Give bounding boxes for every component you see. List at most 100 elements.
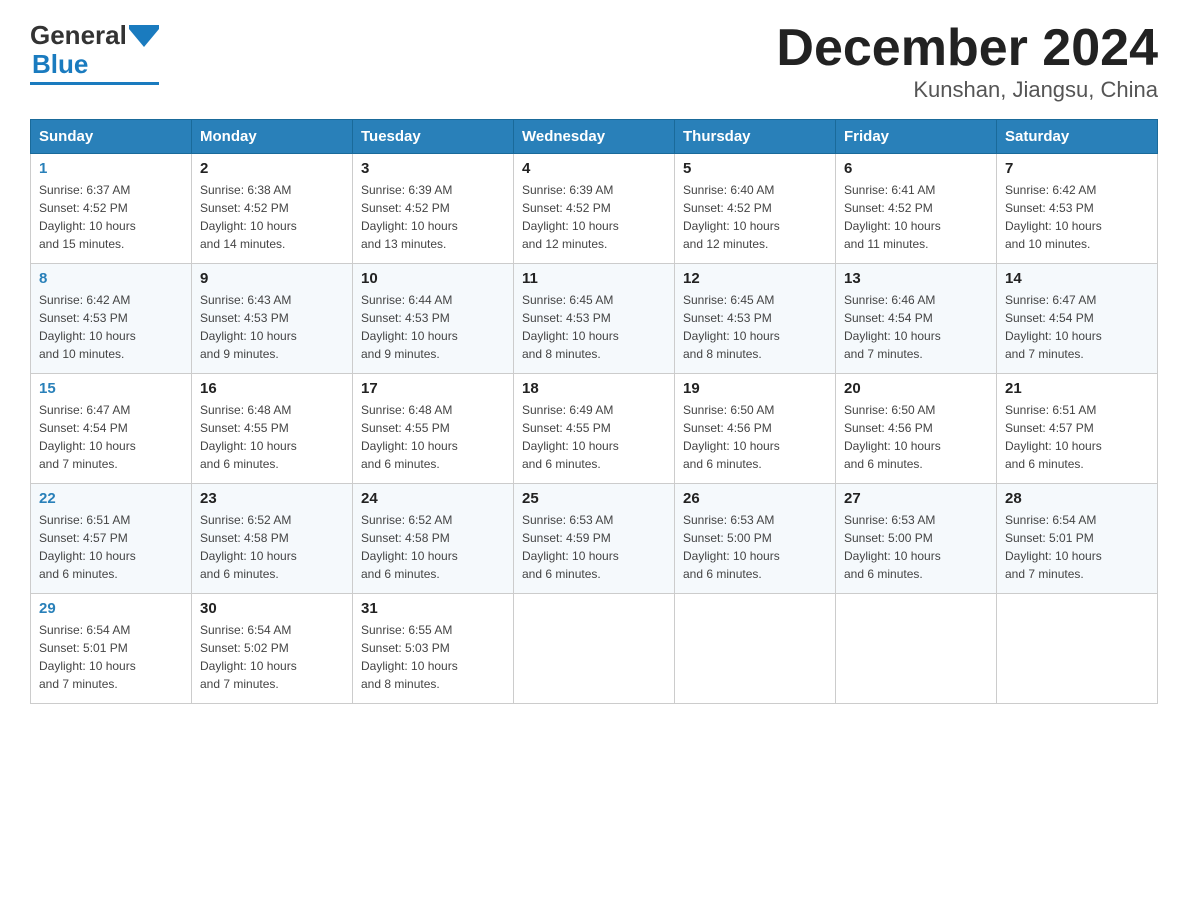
calendar-cell: 10 Sunrise: 6:44 AM Sunset: 4:53 PM Dayl…	[353, 264, 514, 374]
day-info: Sunrise: 6:40 AM Sunset: 4:52 PM Dayligh…	[683, 183, 780, 251]
calendar-title: December 2024	[776, 20, 1158, 77]
calendar-cell: 30 Sunrise: 6:54 AM Sunset: 5:02 PM Dayl…	[192, 594, 353, 704]
day-number: 28	[1005, 490, 1149, 507]
day-number: 27	[844, 490, 988, 507]
day-number: 8	[39, 270, 183, 287]
calendar-cell: 4 Sunrise: 6:39 AM Sunset: 4:52 PM Dayli…	[514, 154, 675, 264]
logo-icon	[129, 25, 159, 47]
calendar-cell: 13 Sunrise: 6:46 AM Sunset: 4:54 PM Dayl…	[836, 264, 997, 374]
day-info: Sunrise: 6:45 AM Sunset: 4:53 PM Dayligh…	[522, 293, 619, 361]
col-friday: Friday	[836, 120, 997, 154]
day-info: Sunrise: 6:50 AM Sunset: 4:56 PM Dayligh…	[844, 403, 941, 471]
calendar-week-row: 22 Sunrise: 6:51 AM Sunset: 4:57 PM Dayl…	[31, 484, 1158, 594]
calendar-cell: 6 Sunrise: 6:41 AM Sunset: 4:52 PM Dayli…	[836, 154, 997, 264]
calendar-week-row: 1 Sunrise: 6:37 AM Sunset: 4:52 PM Dayli…	[31, 154, 1158, 264]
day-info: Sunrise: 6:53 AM Sunset: 5:00 PM Dayligh…	[844, 513, 941, 581]
day-number: 3	[361, 160, 505, 177]
day-number: 13	[844, 270, 988, 287]
day-number: 9	[200, 270, 344, 287]
calendar-cell: 22 Sunrise: 6:51 AM Sunset: 4:57 PM Dayl…	[31, 484, 192, 594]
day-info: Sunrise: 6:54 AM Sunset: 5:01 PM Dayligh…	[39, 623, 136, 691]
day-info: Sunrise: 6:37 AM Sunset: 4:52 PM Dayligh…	[39, 183, 136, 251]
calendar-cell: 14 Sunrise: 6:47 AM Sunset: 4:54 PM Dayl…	[997, 264, 1158, 374]
calendar-cell: 17 Sunrise: 6:48 AM Sunset: 4:55 PM Dayl…	[353, 374, 514, 484]
day-info: Sunrise: 6:47 AM Sunset: 4:54 PM Dayligh…	[39, 403, 136, 471]
day-info: Sunrise: 6:51 AM Sunset: 4:57 PM Dayligh…	[1005, 403, 1102, 471]
calendar-subtitle: Kunshan, Jiangsu, China	[776, 77, 1158, 103]
calendar-cell: 25 Sunrise: 6:53 AM Sunset: 4:59 PM Dayl…	[514, 484, 675, 594]
day-number: 10	[361, 270, 505, 287]
calendar-week-row: 8 Sunrise: 6:42 AM Sunset: 4:53 PM Dayli…	[31, 264, 1158, 374]
calendar-week-row: 29 Sunrise: 6:54 AM Sunset: 5:01 PM Dayl…	[31, 594, 1158, 704]
calendar-table: Sunday Monday Tuesday Wednesday Thursday…	[30, 119, 1158, 704]
calendar-cell	[997, 594, 1158, 704]
day-number: 29	[39, 600, 183, 617]
calendar-cell: 29 Sunrise: 6:54 AM Sunset: 5:01 PM Dayl…	[31, 594, 192, 704]
calendar-header-row: Sunday Monday Tuesday Wednesday Thursday…	[31, 120, 1158, 154]
calendar-cell: 15 Sunrise: 6:47 AM Sunset: 4:54 PM Dayl…	[31, 374, 192, 484]
page-header: General Blue December 2024 Kunshan, Jian…	[30, 20, 1158, 103]
col-sunday: Sunday	[31, 120, 192, 154]
day-number: 5	[683, 160, 827, 177]
calendar-cell: 21 Sunrise: 6:51 AM Sunset: 4:57 PM Dayl…	[997, 374, 1158, 484]
calendar-cell: 18 Sunrise: 6:49 AM Sunset: 4:55 PM Dayl…	[514, 374, 675, 484]
day-info: Sunrise: 6:43 AM Sunset: 4:53 PM Dayligh…	[200, 293, 297, 361]
day-info: Sunrise: 6:53 AM Sunset: 5:00 PM Dayligh…	[683, 513, 780, 581]
day-info: Sunrise: 6:44 AM Sunset: 4:53 PM Dayligh…	[361, 293, 458, 361]
calendar-cell: 8 Sunrise: 6:42 AM Sunset: 4:53 PM Dayli…	[31, 264, 192, 374]
calendar-cell: 7 Sunrise: 6:42 AM Sunset: 4:53 PM Dayli…	[997, 154, 1158, 264]
day-info: Sunrise: 6:54 AM Sunset: 5:02 PM Dayligh…	[200, 623, 297, 691]
col-monday: Monday	[192, 120, 353, 154]
day-info: Sunrise: 6:39 AM Sunset: 4:52 PM Dayligh…	[522, 183, 619, 251]
day-number: 25	[522, 490, 666, 507]
day-info: Sunrise: 6:38 AM Sunset: 4:52 PM Dayligh…	[200, 183, 297, 251]
day-number: 18	[522, 380, 666, 397]
title-block: December 2024 Kunshan, Jiangsu, China	[776, 20, 1158, 103]
day-info: Sunrise: 6:46 AM Sunset: 4:54 PM Dayligh…	[844, 293, 941, 361]
col-wednesday: Wednesday	[514, 120, 675, 154]
day-info: Sunrise: 6:52 AM Sunset: 4:58 PM Dayligh…	[200, 513, 297, 581]
calendar-cell: 19 Sunrise: 6:50 AM Sunset: 4:56 PM Dayl…	[675, 374, 836, 484]
calendar-cell: 11 Sunrise: 6:45 AM Sunset: 4:53 PM Dayl…	[514, 264, 675, 374]
day-info: Sunrise: 6:53 AM Sunset: 4:59 PM Dayligh…	[522, 513, 619, 581]
day-number: 11	[522, 270, 666, 287]
calendar-week-row: 15 Sunrise: 6:47 AM Sunset: 4:54 PM Dayl…	[31, 374, 1158, 484]
logo: General Blue	[30, 20, 159, 85]
day-number: 14	[1005, 270, 1149, 287]
calendar-cell: 1 Sunrise: 6:37 AM Sunset: 4:52 PM Dayli…	[31, 154, 192, 264]
day-number: 31	[361, 600, 505, 617]
day-info: Sunrise: 6:54 AM Sunset: 5:01 PM Dayligh…	[1005, 513, 1102, 581]
day-info: Sunrise: 6:45 AM Sunset: 4:53 PM Dayligh…	[683, 293, 780, 361]
day-number: 20	[844, 380, 988, 397]
calendar-cell: 5 Sunrise: 6:40 AM Sunset: 4:52 PM Dayli…	[675, 154, 836, 264]
calendar-cell: 23 Sunrise: 6:52 AM Sunset: 4:58 PM Dayl…	[192, 484, 353, 594]
day-info: Sunrise: 6:49 AM Sunset: 4:55 PM Dayligh…	[522, 403, 619, 471]
calendar-cell: 28 Sunrise: 6:54 AM Sunset: 5:01 PM Dayl…	[997, 484, 1158, 594]
calendar-cell: 9 Sunrise: 6:43 AM Sunset: 4:53 PM Dayli…	[192, 264, 353, 374]
day-number: 21	[1005, 380, 1149, 397]
day-number: 15	[39, 380, 183, 397]
day-info: Sunrise: 6:42 AM Sunset: 4:53 PM Dayligh…	[1005, 183, 1102, 251]
day-number: 12	[683, 270, 827, 287]
calendar-cell: 2 Sunrise: 6:38 AM Sunset: 4:52 PM Dayli…	[192, 154, 353, 264]
calendar-cell	[514, 594, 675, 704]
day-number: 23	[200, 490, 344, 507]
day-number: 6	[844, 160, 988, 177]
calendar-cell: 12 Sunrise: 6:45 AM Sunset: 4:53 PM Dayl…	[675, 264, 836, 374]
day-number: 7	[1005, 160, 1149, 177]
calendar-cell	[675, 594, 836, 704]
day-number: 17	[361, 380, 505, 397]
calendar-cell: 31 Sunrise: 6:55 AM Sunset: 5:03 PM Dayl…	[353, 594, 514, 704]
calendar-cell	[836, 594, 997, 704]
calendar-cell: 16 Sunrise: 6:48 AM Sunset: 4:55 PM Dayl…	[192, 374, 353, 484]
day-number: 26	[683, 490, 827, 507]
calendar-cell: 27 Sunrise: 6:53 AM Sunset: 5:00 PM Dayl…	[836, 484, 997, 594]
day-info: Sunrise: 6:50 AM Sunset: 4:56 PM Dayligh…	[683, 403, 780, 471]
day-number: 19	[683, 380, 827, 397]
day-info: Sunrise: 6:47 AM Sunset: 4:54 PM Dayligh…	[1005, 293, 1102, 361]
day-info: Sunrise: 6:39 AM Sunset: 4:52 PM Dayligh…	[361, 183, 458, 251]
day-number: 30	[200, 600, 344, 617]
col-tuesday: Tuesday	[353, 120, 514, 154]
day-number: 16	[200, 380, 344, 397]
calendar-cell: 3 Sunrise: 6:39 AM Sunset: 4:52 PM Dayli…	[353, 154, 514, 264]
